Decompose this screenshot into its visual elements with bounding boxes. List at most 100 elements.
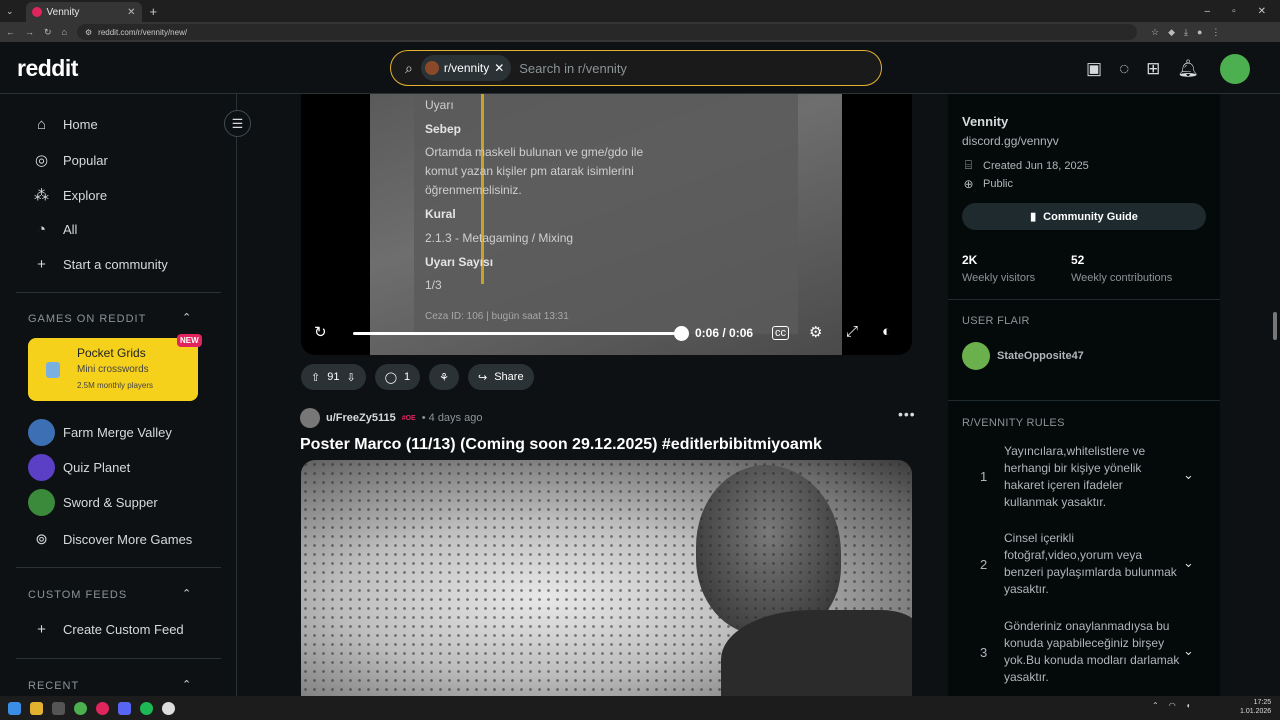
settings-gear-icon[interactable]: ⚙ [809, 323, 822, 341]
maximize-icon[interactable]: ▫ [1232, 6, 1236, 17]
vote-pill: ⇧ 91 ⇩ [301, 364, 366, 390]
game-farm-merge-valley[interactable]: Farm Merge Valley [28, 419, 172, 446]
rule-item[interactable]: 1 Yayıncılara,whitelistlere ve herhangi … [962, 442, 1206, 514]
rule-item[interactable]: 3 Gönderiniz onaylanmadıysa bu konuda ya… [962, 617, 1206, 689]
sidebar-item-all[interactable]: ◔ All [33, 221, 77, 238]
tab-close-icon[interactable]: ✕ [127, 7, 135, 18]
tab-list-icon[interactable]: ⌄ [6, 6, 14, 17]
chip-label: r/vennity [443, 61, 490, 75]
address-bar[interactable]: ⚙ reddit.com/r/vennity/new/ [76, 24, 1137, 40]
community-guide-button[interactable]: ▮ Community Guide [962, 203, 1206, 230]
create-custom-feed[interactable]: + Create Custom Feed [33, 621, 184, 638]
menu-dots-icon[interactable]: ⋮ [1211, 27, 1220, 38]
downvote-icon[interactable]: ⇩ [346, 371, 355, 384]
user-avatar[interactable] [1220, 54, 1251, 84]
author-flair: #OE [401, 414, 416, 422]
video-player[interactable]: Uyarı Sebep Ortamda maskeli bulunan ve g… [301, 94, 912, 355]
volume-icon[interactable]: ◐ [882, 323, 891, 340]
sidebar-item-explore[interactable]: ⁂ Explore [33, 186, 107, 204]
post-card[interactable]: u/FreeZy5115 #OE • 4 days ago ••• Poster… [287, 396, 927, 696]
tray-chevron-icon[interactable]: ⌃ [1152, 701, 1159, 710]
main-feed: Uyarı Sebep Ortamda maskeli bulunan ve g… [237, 94, 948, 696]
discover-more-games[interactable]: ⊚ Discover More Games [33, 530, 192, 548]
minimize-icon[interactable]: – [1205, 6, 1211, 17]
taskbar-app-icon[interactable] [96, 701, 109, 715]
site-info-icon[interactable]: ⚙ [85, 28, 92, 37]
more-options-icon[interactable]: ••• [898, 406, 916, 422]
discord-icon[interactable] [118, 701, 131, 715]
home-browser-icon[interactable]: ⌂ [62, 27, 67, 37]
user-flair-title: USER FLAIR [962, 315, 1030, 327]
video-text: Uyarı Sayısı [425, 255, 494, 269]
create-post-icon[interactable]: ⊞ [1146, 59, 1160, 79]
fullscreen-icon[interactable]: ⤢ [846, 323, 858, 340]
browser-tab[interactable]: Vennity ✕ [25, 2, 142, 22]
captions-icon[interactable]: cc [772, 326, 789, 340]
profile-icon[interactable]: ● [1197, 27, 1202, 38]
sidebar-item-popular[interactable]: ◎ Popular [33, 151, 108, 169]
game-quiz-planet[interactable]: Quiz Planet [28, 454, 130, 481]
advertise-icon[interactable]: ▣ [1086, 59, 1102, 79]
spotify-icon[interactable] [140, 701, 153, 715]
extension-icon[interactable]: ◆ [1168, 27, 1175, 38]
post-image[interactable] [301, 460, 912, 696]
book-icon: ▮ [1030, 211, 1037, 223]
bookmark-star-icon[interactable]: ☆ [1151, 27, 1159, 38]
recent-title: RECENT [28, 680, 80, 692]
award-icon: ⚘ [439, 371, 449, 384]
clock-date: 1.01.2026 [1240, 708, 1272, 715]
collapse-sidebar-button[interactable]: ☰ [224, 110, 251, 137]
gamepad-icon: ⊚ [35, 531, 48, 548]
flair-username[interactable]: StateOpposite47 [997, 350, 1084, 362]
video-progress-bar[interactable] [353, 332, 683, 335]
video-text: Uyarı [425, 98, 454, 112]
author-avatar[interactable] [300, 408, 320, 428]
taskbar-app-icon[interactable] [162, 701, 175, 715]
sidebar-item-home[interactable]: ⌂ Home [33, 116, 98, 133]
chip-remove-icon[interactable]: ✕ [494, 61, 504, 75]
chevron-down-icon[interactable]: ⌄ [1183, 643, 1194, 659]
post-title[interactable]: Poster Marco (11/13) (Coming soon 29.12.… [300, 436, 822, 454]
file-explorer-icon[interactable] [30, 701, 43, 715]
chevron-down-icon[interactable]: ⌄ [1183, 467, 1194, 483]
wifi-icon[interactable]: ◠ [1169, 701, 1176, 710]
sidebar-item-start-community[interactable]: + Start a community [33, 256, 168, 273]
back-icon[interactable]: ← [6, 27, 15, 37]
page-scrollbar[interactable] [1273, 312, 1277, 340]
chevron-up-icon[interactable]: ⌃ [182, 311, 191, 324]
close-window-icon[interactable]: ✕ [1258, 6, 1266, 17]
chat-icon[interactable]: ◌ [1119, 59, 1129, 79]
video-progress-knob[interactable] [674, 326, 689, 341]
share-button[interactable]: ↪ Share [468, 364, 534, 390]
reload-icon[interactable]: ↻ [44, 27, 52, 38]
reddit-logo[interactable]: reddit [17, 55, 78, 82]
download-icon[interactable]: ⤓ [1184, 27, 1188, 38]
visibility: ⊕ Public [962, 177, 1013, 191]
replay-icon[interactable]: ↻ [314, 323, 327, 341]
upvote-icon[interactable]: ⇧ [311, 371, 320, 384]
rule-item[interactable]: 2 Cinsel içerikli fotoğraf,video,yorum v… [962, 529, 1206, 601]
subreddit-search-chip[interactable]: r/vennity ✕ [420, 55, 512, 81]
game-sword-supper[interactable]: Sword & Supper [28, 489, 158, 516]
author-name[interactable]: u/FreeZy5115 [326, 412, 396, 424]
windows-start-icon[interactable] [8, 701, 21, 715]
new-tab-button[interactable]: + [150, 4, 158, 19]
award-button[interactable]: ⚘ [429, 364, 459, 390]
chevron-down-icon[interactable]: ⌄ [1183, 555, 1194, 571]
notifications-icon[interactable]: 🔔︎ [1177, 59, 1199, 79]
taskbar-app-icon[interactable] [52, 701, 65, 715]
flair-avatar[interactable] [962, 342, 990, 370]
pocket-grids-icon [46, 362, 60, 378]
divider [948, 299, 1220, 300]
comments-button[interactable]: ◯ 1 [374, 364, 421, 390]
pocket-grids-promo[interactable]: Pocket Grids Mini crosswords 2.5M monthl… [28, 334, 202, 401]
chevron-up-icon[interactable]: ⌃ [182, 678, 191, 691]
reddit-header: reddit ⌕ r/vennity ✕ Search in r/vennity… [0, 42, 1280, 94]
system-clock[interactable]: 17:25 1.01.2026 [1240, 698, 1271, 716]
search-input[interactable]: Search in r/vennity [519, 61, 627, 76]
search-bar[interactable]: ⌕ r/vennity ✕ Search in r/vennity [390, 50, 882, 86]
forward-icon[interactable]: → [25, 27, 34, 37]
chevron-up-icon[interactable]: ⌃ [182, 587, 191, 600]
volume-tray-icon[interactable]: ◖ [1186, 701, 1191, 710]
chrome-icon[interactable] [74, 701, 87, 715]
